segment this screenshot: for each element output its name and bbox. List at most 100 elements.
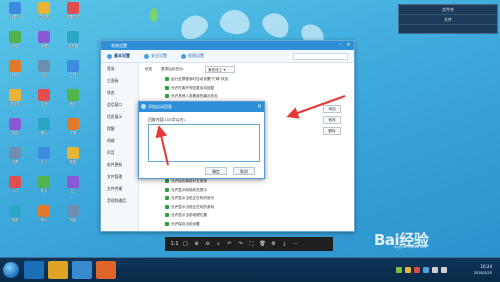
cancel-button[interactable]: 取消 [233, 167, 255, 175]
checkbox-checked-icon[interactable] [165, 187, 169, 192]
dialog-titlebar[interactable]: 添加自动回复 × [139, 102, 264, 112]
checkbox-checked-icon[interactable] [165, 77, 169, 81]
desktop-icon[interactable]: QQ [2, 176, 28, 202]
sidebar-item[interactable]: 信息展示 [101, 111, 138, 123]
viewer-tool-icon[interactable]: 1:1 [169, 241, 180, 247]
sidebar-item[interactable]: 音视频通话 [101, 195, 138, 207]
clock-date[interactable]: 2018/3/25 [474, 271, 492, 275]
desktop-icon[interactable]: 文档 [31, 60, 57, 86]
desktop-icon[interactable]: 图片 [31, 118, 57, 144]
viewer-tool-icon[interactable]: ⚙ [268, 241, 279, 247]
viewer-tool-icon[interactable]: □ [180, 241, 191, 247]
window-titlebar[interactable]: 系统设置 – × [101, 41, 354, 50]
panel-row-file[interactable]: 文件 [399, 15, 497, 25]
viewer-tool-icon[interactable]: ⊕ [191, 241, 202, 247]
desktop-icon[interactable]: 快捷方式 [60, 2, 86, 28]
viewer-tool-icon[interactable]: ↷ [235, 241, 246, 247]
network-icon[interactable] [441, 267, 447, 273]
sidebar-item[interactable]: 文件传输 [101, 183, 138, 195]
sidebar-item[interactable]: 文件管理 [101, 171, 138, 183]
settings-checkbox-row[interactable]: 允许显示当前正在听的音乐 [165, 196, 214, 201]
viewer-tool-icon[interactable]: ⌕ [213, 241, 224, 247]
checkbox-checked-icon[interactable] [165, 221, 169, 226]
app-icon [141, 104, 146, 109]
desktop-shortcut-icon [9, 176, 21, 188]
panel-row-folder[interactable]: 文件夹 [399, 5, 497, 15]
checkbox-checked-icon[interactable] [165, 85, 169, 90]
checkbox-checked-icon[interactable] [165, 196, 169, 200]
sidebar-item[interactable]: 提醒 [101, 123, 138, 135]
viewer-tool-icon[interactable]: ⛶ [246, 241, 257, 247]
tray-icon[interactable] [396, 267, 402, 273]
ie-icon[interactable] [24, 261, 44, 279]
settings-checkbox-row[interactable]: 允许其他人查看我的最近状态 [165, 94, 218, 99]
settings-checkbox-row[interactable]: 允许在离开时回复自动回复 [165, 85, 214, 91]
close-icon[interactable]: × [345, 42, 352, 49]
start-button-icon[interactable] [3, 262, 19, 278]
sidebar-item[interactable]: 主面板 [101, 75, 138, 87]
viewer-tool-icon[interactable]: ↶ [224, 241, 235, 247]
settings-checkbox-row[interactable]: 允许显示当前地理位置 [165, 213, 207, 218]
sidebar-item[interactable]: 登录 [101, 63, 138, 75]
settings-checkbox-row[interactable]: 允许显示网络状态提示 [165, 187, 207, 193]
settings-checkbox-row[interactable]: 允许接收最新好友推荐 [165, 179, 207, 184]
desktop-icon[interactable]: 游戏 [31, 89, 57, 115]
desktop-icon[interactable]: 音乐 [60, 89, 86, 115]
viewer-tool-icon[interactable]: 🗑 [257, 241, 268, 247]
desktop-shortcut-icon [9, 89, 21, 101]
delete-reply-button[interactable]: 删除 [323, 127, 341, 135]
desktop-icon[interactable]: 视频 [2, 118, 28, 144]
desktop-icon[interactable]: 助手 [31, 176, 57, 202]
clock-time[interactable]: 10:24 [480, 264, 492, 269]
settings-search-input[interactable] [293, 53, 348, 60]
desktop-icon[interactable]: 办公 [31, 147, 57, 173]
volume-icon[interactable] [432, 267, 438, 273]
reply-content-textarea[interactable] [148, 124, 260, 162]
desktop-icon[interactable]: 文件夹 [31, 2, 57, 28]
sidebar-item[interactable]: 会话窗口 [101, 99, 138, 111]
desktop-icon[interactable]: 相册 [2, 205, 28, 231]
tab-basic-settings[interactable]: 基本设置 [107, 53, 130, 59]
checkbox-checked-icon[interactable] [165, 94, 169, 98]
sidebar-item[interactable]: 热键 [101, 135, 138, 147]
desktop-icon[interactable]: 下载 [60, 118, 86, 144]
desktop-icon[interactable]: 计算机 [2, 2, 28, 28]
tray-icon[interactable] [405, 267, 411, 273]
viewer-tool-icon[interactable]: ⊖ [202, 241, 213, 247]
viewer-tool-icon[interactable]: ⋯ [290, 241, 301, 247]
tab-permission-settings[interactable]: 权限设置 [181, 53, 204, 59]
viewer-tool-icon[interactable]: ⤓ [279, 241, 290, 247]
tray-icon[interactable] [423, 267, 429, 273]
desktop-icon[interactable]: 工具 [60, 60, 86, 86]
desktop-icon[interactable]: 浏览器 [60, 31, 86, 57]
checkbox-checked-icon[interactable] [165, 179, 169, 183]
desktop-icon[interactable]: 网盘 [60, 205, 86, 231]
desktop-icon[interactable]: 管理 [31, 31, 57, 57]
settings-checkbox-row[interactable]: 允许保存当前设置 [165, 221, 200, 227]
desktop-icon[interactable]: 回收站 [2, 89, 28, 115]
desktop-icon[interactable]: 邮件 [31, 205, 57, 231]
desktop-icon[interactable]: 软件 [2, 60, 28, 86]
sidebar-item[interactable]: 声音 [101, 147, 138, 159]
qq-icon[interactable] [72, 261, 92, 279]
desktop-icon[interactable]: 网络 [2, 31, 28, 57]
desktop-icon[interactable]: 截图 [60, 147, 86, 173]
tray-icon[interactable] [414, 267, 420, 273]
edit-reply-button[interactable]: 修改 [323, 116, 341, 124]
settings-checkbox-row[interactable]: 允许显示当前正在玩的游戏 [165, 204, 214, 210]
minimize-icon[interactable]: – [337, 42, 344, 49]
add-reply-button[interactable]: 添加 [323, 105, 341, 113]
app-icon[interactable] [96, 261, 116, 279]
tab-security-settings[interactable]: 安全设置 [144, 53, 167, 59]
settings-checkbox-row[interactable]: 运行全屏程序时自动设置"忙碌"状态 [165, 77, 228, 82]
login-status-select[interactable]: 我在线上 ▾ [205, 66, 235, 73]
sidebar-item[interactable]: 软件更新 [101, 159, 138, 171]
checkbox-checked-icon[interactable] [165, 213, 169, 217]
explorer-icon[interactable] [48, 261, 68, 279]
confirm-button[interactable]: 确定 [205, 167, 227, 175]
desktop-icon[interactable]: 设置 [2, 147, 28, 173]
checkbox-checked-icon[interactable] [165, 204, 169, 209]
desktop-icon[interactable]: 卫士 [60, 176, 86, 202]
sidebar-item[interactable]: 状态 [101, 87, 138, 99]
dialog-close-icon[interactable]: × [257, 102, 262, 112]
